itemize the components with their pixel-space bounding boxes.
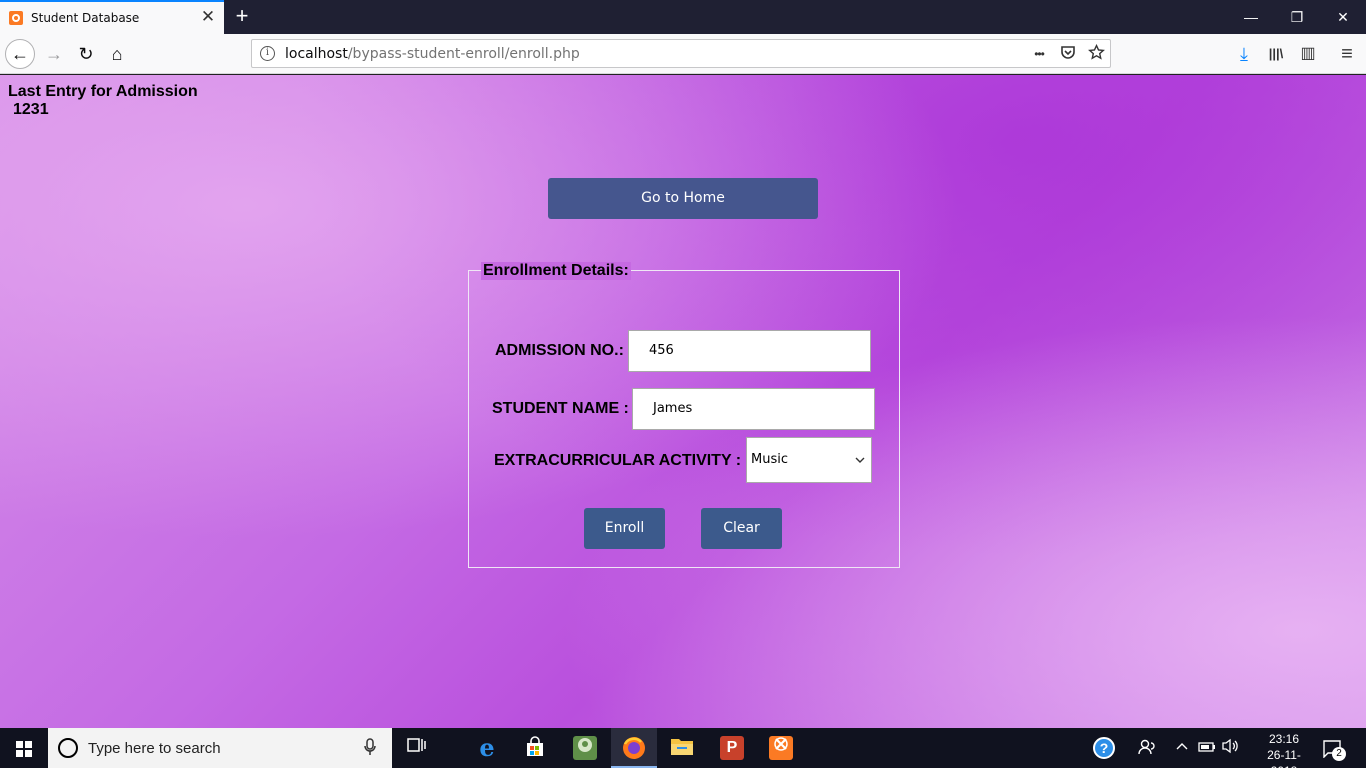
minimize-button[interactable]: — <box>1228 0 1274 34</box>
activity-label: EXTRACURRICULAR ACTIVITY : <box>494 452 742 469</box>
admission-input[interactable]: 456 <box>628 330 871 372</box>
forward-button[interactable]: → <box>39 39 69 69</box>
microphone-icon[interactable] <box>364 738 376 761</box>
cortana-icon <box>58 738 78 758</box>
page-content: Last Entry for Admission 1231 Go to Home… <box>0 75 1366 728</box>
navigation-bar: ← → ↻ ⌂ i localhost/bypass-student-enrol… <box>0 34 1366 74</box>
student-name-input[interactable]: James <box>632 388 875 430</box>
pocket-icon[interactable] <box>1058 44 1078 64</box>
clock-date: 26-11-2018 <box>1267 748 1301 768</box>
notification-count-badge: 2 <box>1332 747 1346 761</box>
admission-label: ADMISSION NO.: <box>495 342 624 359</box>
tab-close-icon[interactable]: ✕ <box>199 8 217 26</box>
xampp-favicon-icon <box>9 11 23 25</box>
last-entry-info: Last Entry for Admission 1231 <box>8 83 198 119</box>
tab-student-database[interactable]: Student Database ✕ <box>0 0 224 34</box>
student-name-label: STUDENT NAME : <box>492 400 629 417</box>
windows-logo-icon <box>16 741 32 757</box>
start-button[interactable] <box>0 728 48 768</box>
menu-icon[interactable]: ≡ <box>1336 43 1358 65</box>
help-icon[interactable]: ? <box>1093 737 1115 759</box>
xampp-icon[interactable] <box>769 736 793 760</box>
battery-icon[interactable] <box>1197 738 1217 758</box>
sidebar-icon[interactable]: ▥ <box>1297 43 1319 65</box>
activity-select[interactable]: Music <box>746 437 872 483</box>
taskbar: Type here to search e P ? 23:16 26-11-20… <box>0 728 1366 768</box>
taskbar-clock[interactable]: 23:16 26-11-2018 <box>1254 731 1314 768</box>
evernote-icon[interactable] <box>573 736 597 760</box>
last-entry-label: Last Entry for Admission <box>8 83 198 100</box>
action-center-icon[interactable]: 2 <box>1322 738 1346 761</box>
reload-button[interactable]: ↻ <box>71 39 101 69</box>
volume-icon[interactable] <box>1220 738 1240 759</box>
bookmark-star-icon[interactable] <box>1086 43 1106 64</box>
activity-selected-value: Music <box>751 452 788 467</box>
downloads-icon[interactable]: ⤓ <box>1233 43 1255 65</box>
url-text[interactable]: localhost/bypass-student-enroll/enroll.p… <box>285 46 580 62</box>
close-window-button[interactable]: ✕ <box>1320 0 1366 34</box>
new-tab-button[interactable]: + <box>231 4 253 28</box>
enrollment-fieldset: Enrollment Details: ADMISSION NO.: 456 S… <box>468 262 900 568</box>
tab-title: Student Database <box>31 11 140 25</box>
page-actions-icon[interactable]: ••• <box>1029 44 1049 64</box>
home-button[interactable]: ⌂ <box>102 39 132 69</box>
url-bar[interactable]: i localhost/bypass-student-enroll/enroll… <box>251 39 1111 68</box>
file-explorer-icon[interactable] <box>670 736 694 760</box>
go-to-home-button[interactable]: Go to Home <box>548 178 818 219</box>
task-view-icon[interactable] <box>405 736 429 760</box>
postman-icon[interactable]: P <box>720 736 744 760</box>
enrollment-legend: Enrollment Details: <box>481 262 631 280</box>
chevron-down-icon <box>855 438 865 501</box>
firefox-icon[interactable] <box>622 736 646 760</box>
back-button[interactable]: ← <box>5 39 35 69</box>
store-icon[interactable] <box>523 736 547 760</box>
site-info-icon[interactable]: i <box>260 46 275 61</box>
chevron-up-icon[interactable] <box>1174 738 1190 758</box>
restore-button[interactable]: ❐ <box>1274 0 1320 34</box>
edge-icon[interactable]: e <box>475 736 499 760</box>
clear-button[interactable]: Clear <box>701 508 782 549</box>
tab-bar: Student Database ✕ + — ❐ ✕ <box>0 0 1366 34</box>
last-entry-value: 1231 <box>13 101 49 118</box>
enroll-button[interactable]: Enroll <box>584 508 665 549</box>
people-icon[interactable] <box>1137 738 1157 761</box>
clock-time: 23:16 <box>1268 732 1300 746</box>
library-icon[interactable]: |||\ <box>1265 43 1287 65</box>
taskbar-search[interactable]: Type here to search <box>48 728 392 768</box>
search-placeholder: Type here to search <box>88 740 221 757</box>
